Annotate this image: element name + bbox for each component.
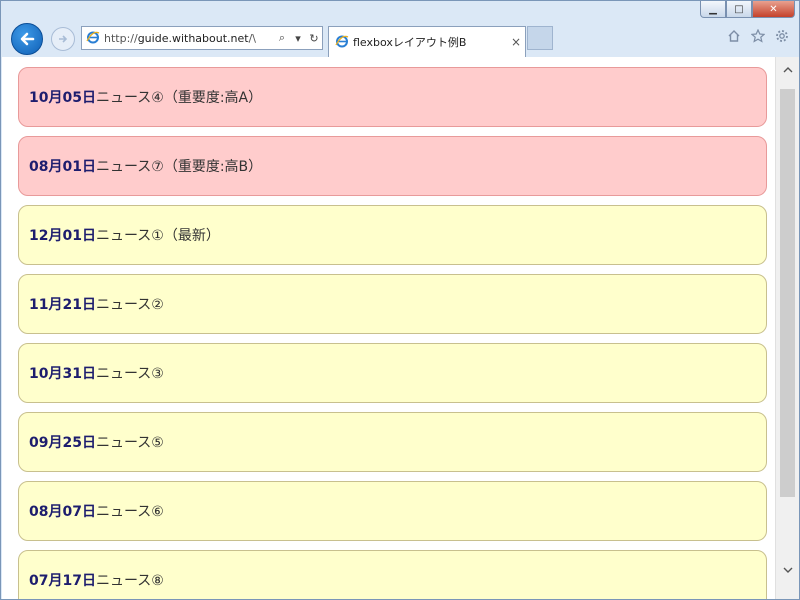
search-icon[interactable]: ⌕ xyxy=(274,31,290,45)
news-item: 09月25日 ニュース⑤ xyxy=(18,412,767,472)
star-icon[interactable] xyxy=(751,29,765,43)
news-item: 12月01日 ニュース①（最新） xyxy=(18,205,767,265)
url-scheme: http:// xyxy=(104,31,138,45)
browser-window: ▁ □ ✕ http://guide.withabout.net/\ ⌕ ▾ ↻… xyxy=(0,0,800,600)
news-date: 12月01日 xyxy=(29,228,96,244)
news-date: 08月07日 xyxy=(29,504,96,520)
toolbar-icons xyxy=(727,29,789,43)
back-arrow-icon xyxy=(20,32,35,46)
browser-toolbar: http://guide.withabout.net/\ ⌕ ▾ ↻ flexb… xyxy=(1,19,799,57)
tab-title: flexboxレイアウト例B xyxy=(353,36,467,49)
tab-active[interactable]: flexboxレイアウト例B × xyxy=(328,26,526,57)
home-icon[interactable] xyxy=(727,29,741,43)
news-item: 11月21日 ニュース② xyxy=(18,274,767,334)
url-text: http://guide.withabout.net/\ xyxy=(104,32,274,45)
tab-close-icon[interactable]: × xyxy=(507,35,525,49)
news-text: ニュース② xyxy=(95,297,164,313)
news-date: 10月31日 xyxy=(29,366,96,382)
news-item: 10月05日 ニュース④（重要度:高A） xyxy=(18,67,767,127)
scroll-down-icon[interactable] xyxy=(776,559,800,581)
news-text: ニュース①（最新） xyxy=(95,228,220,244)
refresh-icon[interactable]: ↻ xyxy=(306,32,322,45)
news-text: ニュース⑦（重要度:高B） xyxy=(95,159,263,175)
news-date: 08月01日 xyxy=(29,159,96,175)
forward-button[interactable] xyxy=(51,27,75,51)
title-bar: ▁ □ ✕ xyxy=(1,1,799,19)
news-text: ニュース③ xyxy=(95,366,164,382)
news-date: 09月25日 xyxy=(29,435,96,451)
news-text: ニュース⑤ xyxy=(95,435,164,451)
news-text: ニュース⑧ xyxy=(95,573,164,589)
url-host: guide.withabout.net xyxy=(137,31,249,45)
forward-arrow-icon xyxy=(59,35,68,43)
minimize-button[interactable]: ▁ xyxy=(700,1,726,18)
news-item: 08月07日 ニュース⑥ xyxy=(18,481,767,541)
vertical-scrollbar[interactable] xyxy=(775,57,799,599)
news-date: 11月21日 xyxy=(29,297,96,313)
scrollbar-thumb[interactable] xyxy=(780,89,795,497)
news-item: 08月01日 ニュース⑦（重要度:高B） xyxy=(18,136,767,196)
news-item: 10月31日 ニュース③ xyxy=(18,343,767,403)
page-content: 10月05日 ニュース④（重要度:高A） 08月01日 ニュース⑦（重要度:高B） 12… xyxy=(2,57,775,599)
gear-icon[interactable] xyxy=(775,29,789,43)
news-text: ニュース⑥ xyxy=(95,504,164,520)
close-button[interactable]: ✕ xyxy=(752,1,795,18)
ie-logo-icon xyxy=(335,34,349,51)
news-text: ニュース④（重要度:高A） xyxy=(95,90,263,106)
address-bar[interactable]: http://guide.withabout.net/\ ⌕ ▾ ↻ xyxy=(81,26,323,50)
news-date: 07月17日 xyxy=(29,573,96,589)
news-date: 10月05日 xyxy=(29,90,96,106)
url-path: /\ xyxy=(248,31,257,45)
ie-logo-icon xyxy=(86,30,100,47)
new-tab-button[interactable] xyxy=(527,26,553,50)
maximize-button[interactable]: □ xyxy=(726,1,752,18)
back-button[interactable] xyxy=(11,23,43,55)
address-dropdown-icon[interactable]: ▾ xyxy=(290,32,306,45)
scroll-up-icon[interactable] xyxy=(776,59,800,81)
news-item: 07月17日 ニュース⑧ xyxy=(18,550,767,599)
window-controls: ▁ □ ✕ xyxy=(700,1,795,18)
